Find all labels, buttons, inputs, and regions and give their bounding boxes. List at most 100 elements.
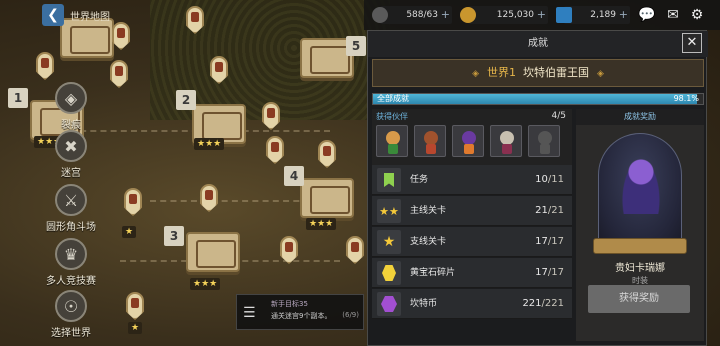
stage-pin[interactable] — [110, 60, 128, 88]
progress-fill — [373, 94, 697, 104]
chevron-left-icon: ❮ — [47, 7, 59, 23]
stage-pin[interactable] — [266, 136, 284, 164]
gem-value: 2,189 — [590, 10, 616, 20]
companion-slot[interactable] — [490, 125, 522, 157]
pvp-icon: ♛ — [55, 238, 87, 270]
diamond-ornament-icon: ◈ — [597, 69, 604, 79]
stage-tile[interactable] — [186, 232, 240, 272]
stage-stars: ★★★ — [306, 218, 337, 230]
achievement-progress-bar: 全部成就 98.1% — [372, 93, 704, 105]
reward-header: 成就奖励 — [576, 109, 704, 125]
achievement-row: ★ 支线关卡 17/17 — [372, 227, 572, 257]
stage-tile[interactable] — [60, 18, 114, 58]
companions-label: 获得伙伴 — [376, 112, 408, 121]
gold-coin-icon — [460, 7, 476, 23]
mail-icon[interactable]: ✉ — [664, 6, 682, 24]
row-value: 21/21 — [535, 205, 564, 216]
display-base — [593, 238, 687, 254]
stage-pin[interactable] — [318, 140, 336, 168]
row-label: 坎特币 — [410, 299, 438, 309]
gold-value: 125,030 — [496, 10, 534, 20]
side-menu-label: 迷宫 — [61, 168, 81, 179]
claim-reward-button[interactable]: 获得奖励 — [588, 285, 690, 313]
stage-number: 3 — [164, 226, 184, 246]
side-menu-label: 多人竞技赛 — [46, 276, 96, 287]
stage-number: 1 — [8, 88, 28, 108]
add-gold-button[interactable]: + — [537, 6, 546, 24]
companion-slot[interactable] — [414, 125, 446, 157]
stage-number: 5 — [346, 36, 366, 56]
stage-pin[interactable] — [262, 102, 280, 130]
achievement-row: 黄宝石碎片 17/17 — [372, 258, 572, 288]
coffee-icon — [372, 7, 388, 23]
stage-pin[interactable] — [112, 22, 130, 50]
add-stamina-button[interactable]: + — [441, 6, 450, 24]
row-label: 主线关卡 — [410, 206, 447, 216]
stage-pin[interactable] — [126, 292, 144, 320]
world-header: ◈ 世界1 坎特伯雷王国 ◈ — [372, 59, 704, 87]
row-value: 221/221 — [522, 298, 564, 309]
mission-description: 通关迷宫9个副本。 — [271, 312, 332, 320]
stage-number: 4 — [284, 166, 304, 186]
row-value: 17/17 — [535, 267, 564, 278]
stage-stars: ★★★ — [190, 278, 221, 290]
stage-tile[interactable] — [300, 178, 354, 218]
gem-icon — [556, 7, 572, 23]
world-name: 坎特伯雷王国 — [523, 66, 589, 79]
mission-progress: (6/9) — [342, 311, 359, 319]
stage-stars: ★ — [122, 226, 137, 238]
chat-icon[interactable]: 💬 — [638, 6, 656, 24]
row-label: 支线关卡 — [410, 237, 447, 247]
side-menu-arena[interactable]: ⚔ 圆形角斗场 — [36, 184, 106, 233]
stage-number: 2 — [176, 90, 196, 110]
add-gem-button[interactable]: + — [619, 6, 628, 24]
gold-counter: 125,030 + — [460, 6, 548, 24]
character-figure — [621, 158, 661, 214]
stage-pin[interactable] — [346, 236, 364, 264]
mission-title: 新手目标35 — [271, 300, 308, 308]
achievement-row: 任务 10/11 — [372, 165, 572, 195]
stage-pin[interactable] — [124, 188, 142, 216]
companions-section: 获得伙伴 4/5 — [372, 109, 572, 165]
reward-name: 贵妇卡瑞娜 — [615, 263, 665, 274]
costume-preview — [593, 133, 687, 254]
stage-stars: ★ — [128, 322, 143, 334]
companion-slot-locked — [528, 125, 560, 157]
menu-icon[interactable]: ☰ — [243, 303, 259, 323]
achievement-list: 任务 10/11 ★★ 主线关卡 21/21 ★ 支线关卡 17/17 黄宝石碎… — [372, 165, 572, 341]
side-menu-pvp[interactable]: ♛ 多人竞技赛 — [36, 238, 106, 287]
rift-icon: ◈ — [55, 82, 87, 114]
stamina-counter: 588/63 + — [372, 6, 452, 24]
progress-percent: 98.1% — [673, 94, 699, 103]
mission-tracker[interactable]: ☰ 新手目标35 通关迷宫9个副本。 (6/9) — [236, 294, 364, 330]
achievement-row: 坎特币 221/221 — [372, 289, 572, 319]
companion-slot[interactable] — [376, 125, 408, 157]
side-menu-label: 圆形角斗场 — [46, 222, 96, 233]
row-value: 10/11 — [535, 174, 564, 185]
row-label: 任务 — [410, 175, 429, 185]
gem-counter: 2,189 + — [556, 6, 630, 24]
screen-title: 世界地图 — [70, 12, 110, 23]
stamina-value: 588/63 — [406, 10, 438, 20]
stage-pin[interactable] — [200, 184, 218, 212]
stage-pin[interactable] — [36, 52, 54, 80]
arena-icon: ⚔ — [55, 184, 87, 216]
world-icon: ☉ — [55, 290, 87, 322]
gear-icon[interactable]: ⚙ — [688, 6, 706, 24]
bookmark-icon — [377, 168, 401, 192]
back-button[interactable]: ❮ — [42, 4, 64, 26]
progress-label: 全部成就 — [377, 94, 409, 103]
maze-icon: ✖ — [55, 130, 87, 162]
row-label: 黄宝石碎片 — [410, 268, 456, 278]
close-icon: ✕ — [686, 35, 698, 50]
achievement-panel: 成就 ✕ ◈ 世界1 坎特伯雷王国 ◈ 全部成就 98.1% 获得伙伴 4/5 任务… — [367, 30, 708, 346]
close-button[interactable]: ✕ — [682, 33, 702, 53]
companions-count: 4/5 — [551, 111, 566, 121]
reward-section: 成就奖励 贵妇卡瑞娜 时装 获得奖励 — [576, 109, 704, 341]
resource-bar: 588/63 + 125,030 + 2,189 + 💬 ✉ ⚙ — [364, 0, 720, 30]
side-menu-maze[interactable]: ✖ 迷宫 — [36, 130, 106, 179]
star-icon: ★ — [377, 230, 401, 254]
side-menu-world-select[interactable]: ☉ 选择世界 — [36, 290, 106, 339]
side-menu-rift[interactable]: ◈ 裂痕 — [36, 82, 106, 131]
companion-slot[interactable] — [452, 125, 484, 157]
